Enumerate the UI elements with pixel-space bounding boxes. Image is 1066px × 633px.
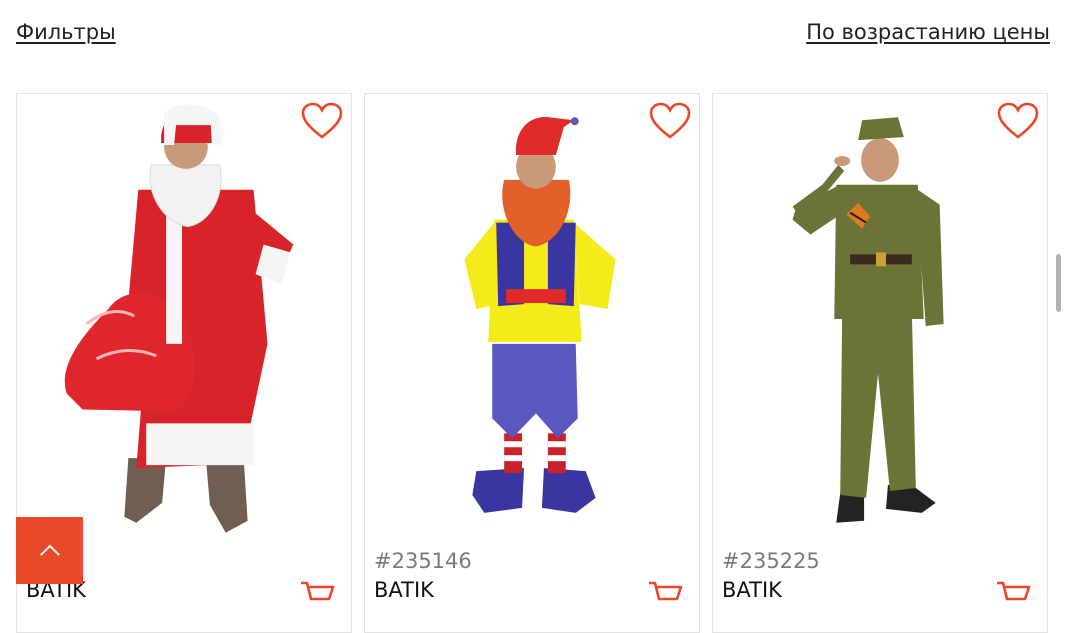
product-image[interactable]: [17, 94, 351, 544]
product-brand: BATIK: [722, 578, 782, 602]
favorite-heart-icon[interactable]: [997, 102, 1039, 140]
favorite-heart-icon[interactable]: [301, 102, 343, 140]
favorite-heart-icon[interactable]: [649, 102, 691, 140]
add-to-cart-icon[interactable]: [647, 579, 683, 609]
product-sku: #235225: [722, 549, 820, 573]
product-image[interactable]: [365, 94, 699, 544]
product-sku: #235146: [374, 549, 472, 573]
product-brand: BATIK: [374, 578, 434, 602]
scrollbar-thumb[interactable]: [1056, 254, 1061, 312]
sort-link[interactable]: По возрастанию цены: [806, 20, 1050, 44]
product-card[interactable]: #235146 BATIK: [364, 93, 700, 633]
chevron-up-icon: [39, 544, 60, 556]
add-to-cart-icon[interactable]: [299, 579, 335, 609]
filters-link[interactable]: Фильтры: [16, 20, 116, 44]
product-image[interactable]: [713, 94, 1047, 544]
add-to-cart-icon[interactable]: [995, 579, 1031, 609]
scroll-to-top-button[interactable]: [16, 517, 83, 584]
product-card[interactable]: #235225 BATIK: [712, 93, 1048, 633]
